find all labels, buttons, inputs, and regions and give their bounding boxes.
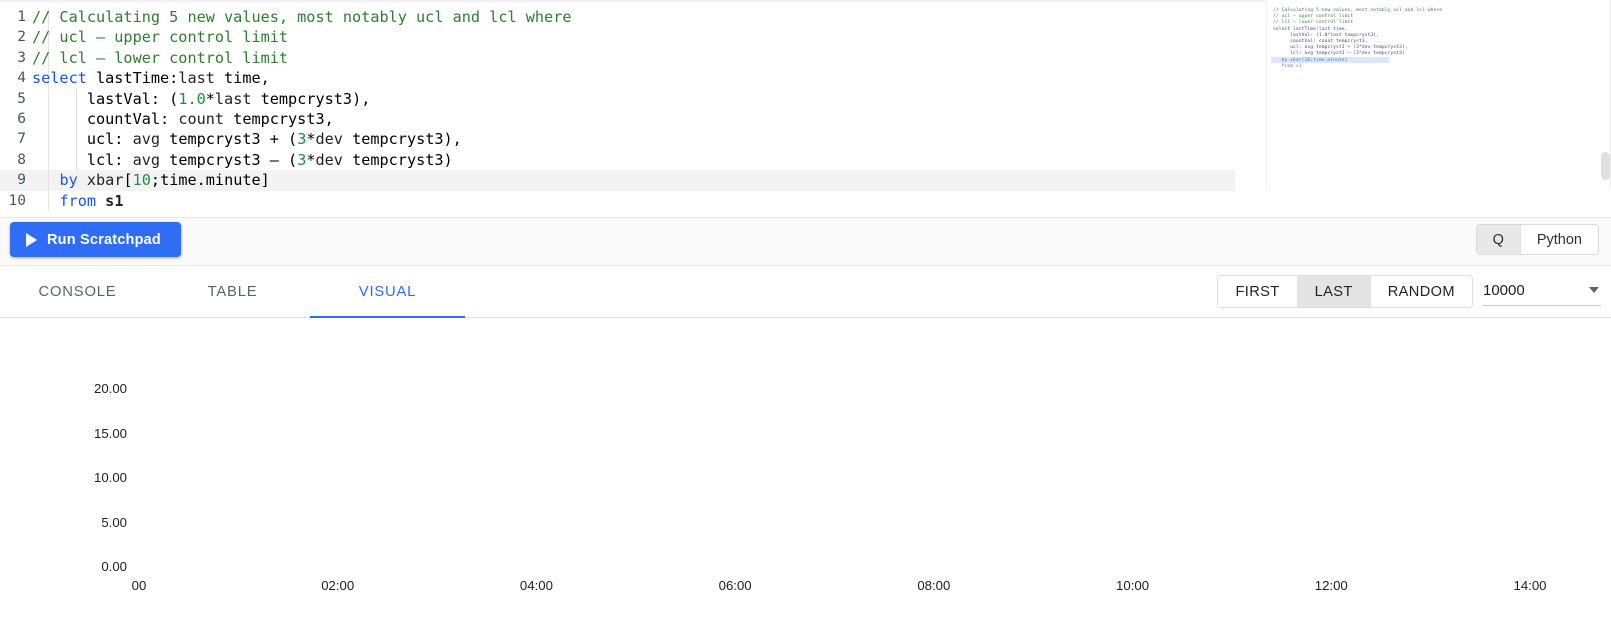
minimap-line: by xbar[10;time.minute] [1273,57,1348,63]
x-tick-label: 14:00 [1513,578,1547,593]
y-tick-label: 10.00 [93,470,127,486]
x-tick-label: 04:00 [519,578,553,593]
code-text: ucl: avg tempcryst3 + (3*dev tempcryst3)… [32,130,462,149]
chevron-down-icon [1589,287,1599,293]
y-tick-label: 15.00 [93,425,127,441]
y-tick-label: 0.00 [101,559,127,574]
y-tick-label: 5.00 [101,514,127,530]
code-text: by xbar[10;time.minute] [59,171,270,190]
code-line[interactable]: 3 // lcl – lower control limit [0,47,1235,69]
line-number: 8 [17,151,26,168]
line-number: 5 [17,90,26,107]
minimap-line: lastVal: (1.0*last tempcryst3), [1273,32,1380,38]
code-line[interactable]: 6 countVal: count tempcryst3, [0,108,1235,130]
tab-console[interactable]: CONSOLE [0,266,155,318]
x-tick-label: 00 [131,578,147,593]
code-text: lastVal: (1.0*last tempcryst3), [32,89,371,108]
line-number: 7 [17,131,26,148]
code-line[interactable]: 9 by xbar[10;time.minute] [0,170,1235,191]
line-chart-svg [0,318,1611,633]
y-tick-label: 20.00 [93,381,127,397]
code-line[interactable]: 10 from s1 [0,190,1235,211]
code-lines-container[interactable]: 1 // Calculating 5 new values, most notab… [0,7,1235,218]
x-tick-label: 12:00 [1314,578,1348,593]
language-option-python[interactable]: Python [1520,225,1598,254]
code-line[interactable]: 2 // ucl – upper control limit [0,27,1235,48]
code-text: // lcl – lower control limit [32,48,289,67]
code-text: lcl: avg tempcryst3 – (3*dev tempcryst3) [32,150,453,169]
code-line[interactable]: 1 // Calculating 5 new values, most notab… [0,7,1235,28]
minimap-line: // lcl – lower control limit [1273,20,1354,26]
visual-chart-panel: Line lastValucllcl * minute 0.005.0010.0… [0,318,1611,633]
row-limit-dropdown[interactable]: 10000 [1483,276,1601,306]
editor-vertical-scrollbar[interactable] [1601,152,1610,180]
code-text: countVal: count tempcryst3, [32,109,334,128]
code-line[interactable]: 8 lcl: avg tempcryst3 – (3*dev tempcryst… [0,149,1235,171]
code-line[interactable]: 4 select lastTime:last time, [0,68,1235,89]
line-number: 4 [17,70,26,87]
language-option-q[interactable]: Q [1476,225,1521,254]
minimap-line: select lastTime:last time, [1273,26,1348,32]
x-tick-label: 06:00 [718,578,752,593]
x-tick-label: 08:00 [917,578,951,593]
code-text: select lastTime:last time, [32,69,270,88]
run-toolbar [0,218,1611,266]
editor-minimap[interactable]: // Calculating 5 new values, most notabl… [1266,0,1611,190]
code-editor[interactable]: 1 // Calculating 5 new values, most notab… [0,0,1611,218]
row-limit-value: 10000 [1483,282,1525,299]
x-tick-label: 10:00 [1116,578,1150,593]
sampling-option-first[interactable]: FIRST [1218,276,1298,307]
run-scratchpad-label: Run Scratchpad [47,231,161,248]
code-line[interactable]: 7 ucl: avg tempcryst3 + (3*dev tempcryst… [0,129,1235,150]
code-text: // ucl – upper control limit [32,28,289,47]
result-tabs[interactable]: CONSOLE TABLE VISUAL [0,266,465,318]
sampling-option-random[interactable]: RANDOM [1370,276,1472,307]
minimap-line: from s1 [1273,63,1302,69]
line-number: 2 [17,29,26,46]
line-number: 3 [17,49,26,66]
code-line[interactable]: 5 lastVal: (1.0*last tempcryst3), [0,88,1235,109]
play-icon [26,232,37,247]
line-number: 6 [17,110,26,127]
x-tick-label: 02:00 [321,578,355,593]
code-text: from s1 [59,191,124,210]
line-number: 1 [17,9,26,25]
tab-table[interactable]: TABLE [155,266,310,318]
line-number: 10 [8,192,26,209]
tab-visual[interactable]: VISUAL [310,266,465,318]
line-number: 9 [17,172,26,189]
code-text: // Calculating 5 new values, most notabl… [32,8,572,26]
run-scratchpad-button[interactable]: Run Scratchpad [10,222,181,257]
language-toggle[interactable]: Q Python [1475,224,1599,255]
sampling-option-last[interactable]: LAST [1297,276,1371,307]
sampling-toggle[interactable]: FIRST LAST RANDOM [1217,275,1473,308]
